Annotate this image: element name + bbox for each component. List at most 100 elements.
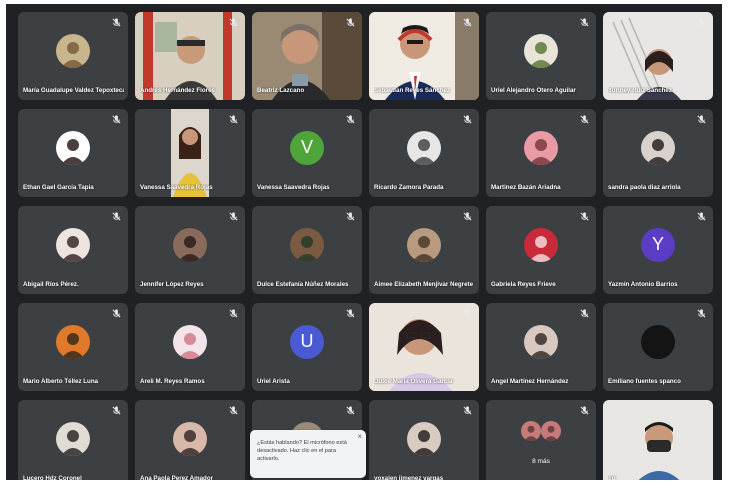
participant-tile[interactable]: Abigail Ríos Pérez. xyxy=(18,206,128,294)
mic-off-icon xyxy=(229,115,238,124)
participant-name: Beatriz Lazcano xyxy=(257,87,305,94)
participant-tile[interactable]: V Vanessa Saavedra Rojas xyxy=(252,109,362,197)
participant-name: Angel Martínez Hernández xyxy=(491,378,569,385)
participant-tile[interactable]: yoxalen jimenez vargas xyxy=(369,400,479,480)
avatar xyxy=(173,421,207,456)
participant-name: Emiliano fuentes spanco xyxy=(608,378,681,385)
participant-tile[interactable]: Uriel Alejandro Otero Aguilar xyxy=(486,12,596,100)
participant-tile[interactable]: Gabriela Reyes Frieve xyxy=(486,206,596,294)
participant-name: Yazmín Antonio Barrios xyxy=(608,281,678,288)
participant-name: Jennifer López Reyes xyxy=(140,281,204,288)
participant-tile[interactable]: María Guadalupe Valdez Tepoxtecatl xyxy=(18,12,128,100)
avatar: V xyxy=(290,130,324,165)
avatar: Y xyxy=(641,227,675,262)
participant-tile[interactable]: Sebastian Reyes Sánchez xyxy=(369,12,479,100)
avatar xyxy=(641,130,675,165)
toast-message: ¿Estás hablando? El micrófono está desac… xyxy=(257,440,347,462)
participant-tile[interactable]: Martinez Bazán Ariadna xyxy=(486,109,596,197)
participant-name: Lucero Hdz Coronel xyxy=(23,475,82,480)
participant-name: Dulce María Olivera García xyxy=(374,378,453,385)
mic-off-icon xyxy=(580,115,589,124)
participant-name: Aimee Elizabeth Menjivar Negrete xyxy=(374,281,474,288)
mic-off-icon xyxy=(697,115,706,124)
mic-off-icon xyxy=(463,115,472,124)
mic-off-icon xyxy=(580,309,589,318)
mic-off-icon xyxy=(112,406,121,415)
participant-tile[interactable]: sandra paola diaz arriola xyxy=(603,109,713,197)
participant-tile[interactable]: Dulce María Olivera García xyxy=(369,303,479,391)
avatar xyxy=(173,324,207,359)
participant-name: sandra paola diaz arriola xyxy=(608,184,681,191)
video-feed xyxy=(603,400,713,480)
participant-tile[interactable]: Lucero Hdz Coronel xyxy=(18,400,128,480)
close-icon[interactable]: × xyxy=(357,433,362,441)
participant-tile[interactable]: 8 más xyxy=(486,400,596,480)
participant-name: Uriel Alejandro Otero Aguilar xyxy=(491,87,576,94)
participant-name: María Guadalupe Valdez Tepoxtecatl xyxy=(23,87,124,94)
mic-off-icon xyxy=(346,406,355,415)
participant-name: Tú xyxy=(608,475,616,480)
participant-tile[interactable]: Andrés Hernández Flores xyxy=(135,12,245,100)
participant-tile[interactable]: Mario Alberto Téllez Luna xyxy=(18,303,128,391)
participant-tile[interactable]: Vanessa Saavedra Rojas xyxy=(135,109,245,197)
participant-name: Uriel Arista xyxy=(257,378,290,385)
participant-tile[interactable]: Tú xyxy=(603,400,713,480)
avatar xyxy=(56,324,90,359)
avatar xyxy=(407,130,441,165)
avatar xyxy=(407,421,441,456)
participant-name: Ethan Gael García Tapia xyxy=(23,184,94,191)
avatar xyxy=(407,227,441,262)
mic-off-icon xyxy=(463,406,472,415)
avatar xyxy=(56,227,90,262)
avatar xyxy=(56,130,90,165)
participant-tile[interactable]: Areli M. Reyes Ramos xyxy=(135,303,245,391)
participant-name: Martinez Bazán Ariadna xyxy=(491,184,561,191)
mic-off-icon xyxy=(112,212,121,221)
mic-off-icon xyxy=(697,212,706,221)
participant-name: Ricardo Zamora Parada xyxy=(374,184,444,191)
avatar xyxy=(641,324,675,359)
participant-tile[interactable]: Angel Martínez Hernández xyxy=(486,303,596,391)
participant-tile[interactable]: Y Yazmín Antonio Barrios xyxy=(603,206,713,294)
participant-name: Abigail Ríos Pérez. xyxy=(23,281,79,288)
participant-tile[interactable]: Aimee Elizabeth Menjivar Negrete xyxy=(369,206,479,294)
mic-off-icon xyxy=(229,309,238,318)
participant-name: yoxalen jimenez vargas xyxy=(374,475,444,480)
participant-name: Andrés Hernández Flores xyxy=(140,87,215,94)
mic-off-icon xyxy=(580,212,589,221)
more-participants-label: 8 más xyxy=(532,458,550,465)
avatar xyxy=(524,227,558,262)
participant-tile[interactable]: Dulce Estefanía Núñez Morales xyxy=(252,206,362,294)
mic-off-icon xyxy=(463,309,472,318)
avatar xyxy=(521,420,541,441)
mic-off-icon xyxy=(346,309,355,318)
mic-muted-toast: ¿Estás hablando? El micrófono está desac… xyxy=(250,430,366,478)
meeting-stage: María Guadalupe Valdez Tepoxtecatl Andrés… xyxy=(6,4,722,480)
mic-off-icon xyxy=(346,18,355,27)
participant-name: Dulce Estefanía Núñez Morales xyxy=(257,281,349,288)
mic-off-icon xyxy=(346,115,355,124)
participant-tile[interactable]: U Uriel Arista xyxy=(252,303,362,391)
avatar xyxy=(541,420,561,441)
participant-tile[interactable]: Jennifer López Reyes xyxy=(135,206,245,294)
mic-off-icon xyxy=(112,18,121,27)
mic-off-icon xyxy=(697,18,706,27)
participant-tile[interactable]: Yuriney Ruiz Sánchez xyxy=(603,12,713,100)
avatar xyxy=(56,33,90,68)
participant-tile[interactable]: Ethan Gael García Tapia xyxy=(18,109,128,197)
avatar xyxy=(290,227,324,262)
mic-off-icon xyxy=(463,18,472,27)
participant-name: Areli M. Reyes Ramos xyxy=(140,378,205,385)
participant-tile[interactable]: Ana Paola Perez Amador xyxy=(135,400,245,480)
participant-tile[interactable]: Ricardo Zamora Parada xyxy=(369,109,479,197)
avatar: U xyxy=(290,324,324,359)
participant-name: Sebastian Reyes Sánchez xyxy=(374,87,451,94)
mic-off-icon xyxy=(229,212,238,221)
participant-tile[interactable]: Beatriz Lazcano xyxy=(252,12,362,100)
participant-name: Vanessa Saavedra Rojas xyxy=(140,184,213,191)
avatar xyxy=(524,324,558,359)
avatar xyxy=(173,227,207,262)
participant-tile[interactable]: Emiliano fuentes spanco xyxy=(603,303,713,391)
participant-name: Yuriney Ruiz Sánchez xyxy=(608,87,672,94)
participant-name: Vanessa Saavedra Rojas xyxy=(257,184,330,191)
